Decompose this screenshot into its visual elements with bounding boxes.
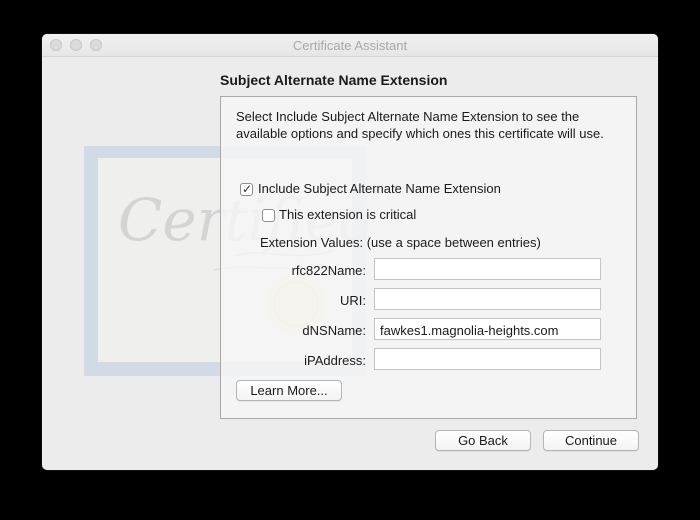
dnsname-field[interactable]: [374, 318, 601, 340]
uri-field[interactable]: [374, 288, 601, 310]
uri-label: URI:: [340, 293, 366, 308]
options-panel: Select Include Subject Alternate Name Ex…: [220, 96, 637, 419]
certificate-assistant-window: Certificate Assistant Certified Subject …: [42, 34, 658, 470]
title-bar: Certificate Assistant: [42, 34, 658, 57]
learn-more-button[interactable]: Learn More...: [236, 380, 342, 401]
description-text: Select Include Subject Alternate Name Ex…: [236, 109, 604, 141]
rfc822name-field[interactable]: [374, 258, 601, 280]
checkmark-icon: ✓: [242, 182, 253, 196]
include-san-checkbox[interactable]: ✓: [240, 182, 253, 196]
ipaddress-label: iPAddress:: [304, 353, 366, 368]
include-san-label[interactable]: Include Subject Alternate Name Extension: [258, 181, 501, 196]
section-title: Subject Alternate Name Extension: [220, 72, 448, 88]
ipaddress-field[interactable]: [374, 348, 601, 370]
critical-extension-checkbox[interactable]: [262, 209, 275, 222]
go-back-button[interactable]: Go Back: [435, 430, 531, 451]
critical-extension-label[interactable]: This extension is critical: [279, 207, 416, 222]
rfc822name-label: rfc822Name:: [291, 263, 366, 278]
dnsname-label: dNSName:: [302, 323, 366, 338]
continue-button[interactable]: Continue: [543, 430, 639, 451]
extension-values-label: Extension Values: (use a space between e…: [260, 235, 541, 250]
window-title: Certificate Assistant: [292, 38, 408, 53]
